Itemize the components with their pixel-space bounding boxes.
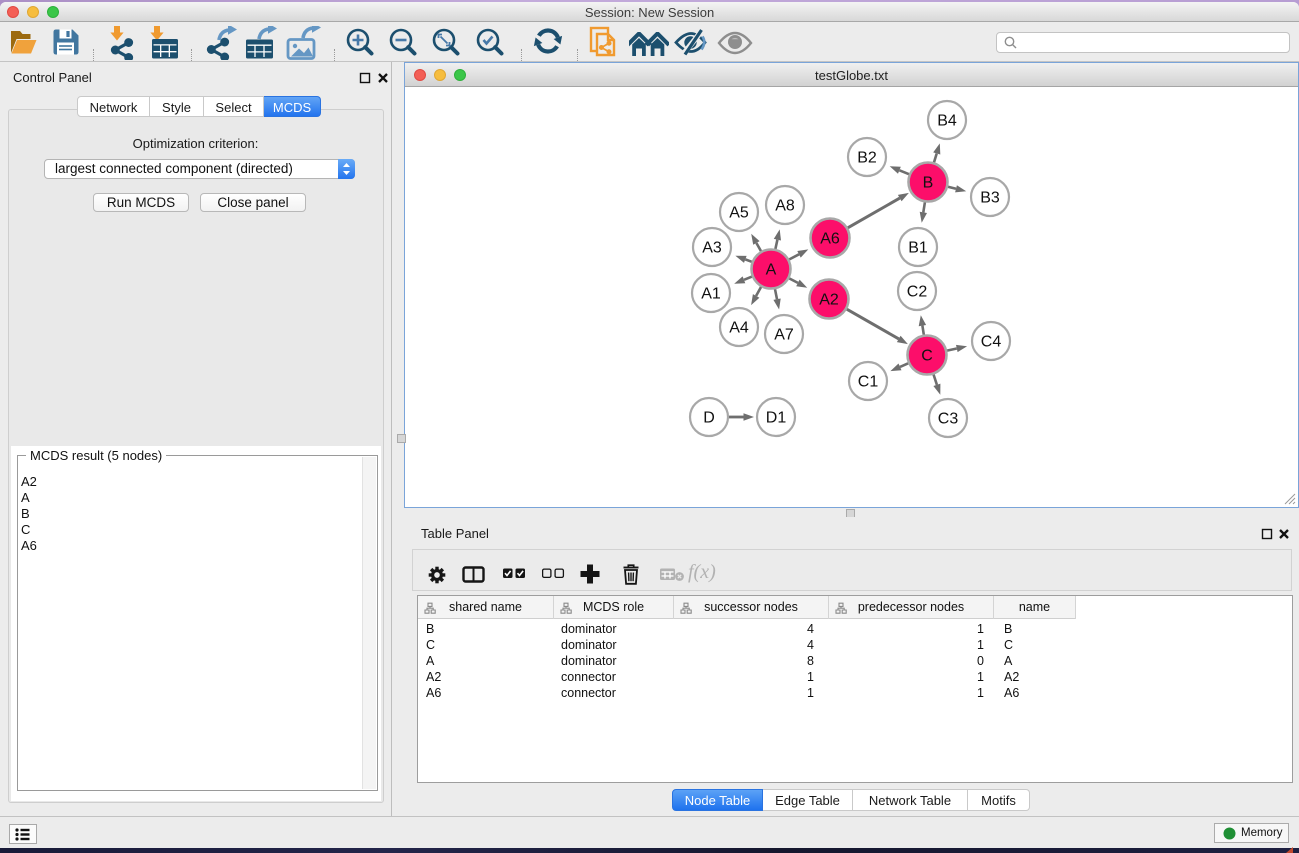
svg-text:A6: A6: [820, 231, 840, 248]
svg-text:B3: B3: [980, 190, 1000, 207]
svg-text:A5: A5: [729, 205, 749, 222]
svg-text:B: B: [923, 175, 934, 192]
svg-text:C3: C3: [938, 411, 959, 428]
svg-text:C: C: [921, 348, 933, 365]
svg-text:C4: C4: [981, 334, 1002, 351]
svg-text:B1: B1: [908, 240, 928, 257]
svg-text:A8: A8: [775, 198, 795, 215]
svg-text:A1: A1: [701, 286, 721, 303]
svg-text:C2: C2: [907, 284, 928, 301]
svg-text:D1: D1: [766, 410, 787, 427]
svg-text:A7: A7: [774, 327, 794, 344]
svg-text:A4: A4: [729, 320, 749, 337]
svg-text:B2: B2: [857, 150, 877, 167]
svg-text:C1: C1: [858, 374, 879, 391]
svg-text:A3: A3: [702, 240, 722, 257]
svg-text:A: A: [766, 262, 777, 279]
svg-text:D: D: [703, 410, 715, 427]
svg-text:A2: A2: [819, 292, 839, 309]
svg-text:B4: B4: [937, 113, 957, 130]
